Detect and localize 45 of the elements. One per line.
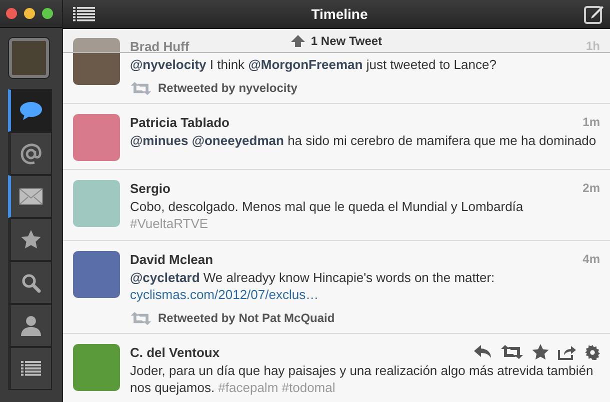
tweet-link[interactable]: cyclismas.com/ [130,287,218,302]
user-name[interactable]: C. del Ventoux [130,344,220,360]
share-icon[interactable] [558,344,576,360]
tweet-time: 1m [582,115,600,129]
up-arrow-icon [290,34,305,46]
avatar-photo-placeholder[interactable] [73,38,120,85]
star-icon[interactable] [532,344,549,360]
tweet-time: 4m [582,252,600,266]
star-icon [21,230,41,249]
envelope-icon [19,188,43,205]
retweet-icon[interactable] [501,345,523,359]
tweet-text: Joder, para un día que hay paisajes y una realización algo más atrevida también nos quejamos. #facepalm #todomal [130,362,594,396]
sidebar-tab[interactable] [8,175,52,218]
tweet-text: @nyvelocity I think @MorgonFreeman just tweeted to Lance? [130,56,498,73]
reply-icon[interactable] [474,345,492,359]
tweet-link[interactable]: 2012/07/exclus… [218,287,319,302]
person-icon [21,315,41,336]
sidebar-tab[interactable] [8,304,52,347]
retweet-icon [130,312,152,324]
zoom-window-button[interactable] [42,8,53,19]
tweet-text: @minues @oneeyedman ha sido mi cerebro de mamifera que me ha dominado [130,132,598,149]
sidebar-tab[interactable] [8,132,52,175]
speech-bubble-icon [19,100,43,120]
retweeted-by-label[interactable]: Retweeted by nyvelocity [158,81,298,95]
menu-icon[interactable] [73,6,95,22]
sidebar-tab[interactable] [8,347,52,390]
sidebar-tab[interactable] [8,261,52,304]
window-title: Timeline [311,6,368,22]
retweeted-by-label[interactable]: Retweeted by Not Pat McQuaid [158,311,335,325]
retweet-icon [130,82,152,94]
user-name[interactable]: David Mclean [130,252,214,266]
close-window-button[interactable] [6,8,17,19]
tweet-text: Cobo, descolgado. Menos mal que le queda el Mundial y Lombardía #VueltaRTVE [130,198,524,232]
search-icon [21,272,41,292]
tweet-text: @cycletard We alreadyy know Hincapie's words on the matter: cyclismas.com/2012/07/exclus… [130,269,496,303]
sidebar-tab[interactable] [8,218,52,261]
list-icon [21,360,41,376]
user-name[interactable]: Patricia Tablado [130,114,230,130]
sidebar-tab[interactable] [8,89,52,132]
gear-icon[interactable] [585,344,600,360]
minimize-window-button[interactable] [24,8,35,19]
tweet-time: 2m [582,181,600,195]
compose-icon[interactable] [584,4,604,24]
user-name[interactable]: Sergio [130,180,170,196]
at-sign-icon [20,142,42,164]
